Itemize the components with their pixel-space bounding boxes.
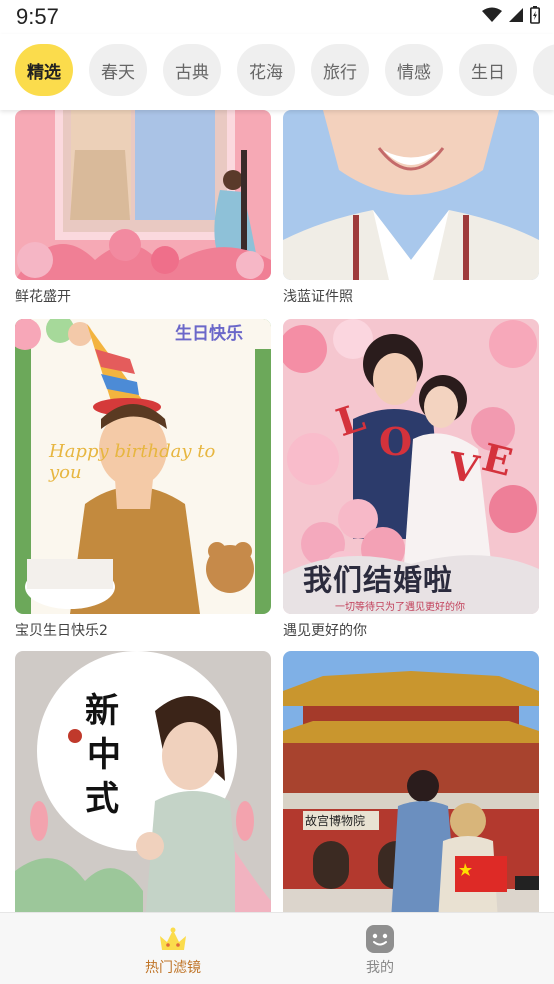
card-caption: 浅蓝证件照 <box>283 289 353 305</box>
wedding-subtitle-text: 一切等待只为了遇见更好的你 <box>335 602 465 613</box>
bottom-navigation: 热门滤镜 我的 <box>0 912 554 984</box>
filter-card[interactable]: 浅蓝证件照 <box>283 110 539 310</box>
crown-icon <box>158 925 188 953</box>
tab-emotion[interactable]: 情感 <box>385 44 443 96</box>
nav-mine[interactable]: 我的 <box>320 913 440 984</box>
wifi-icon <box>482 7 502 22</box>
wedding-title-text: 我们结婚啦 <box>303 563 454 597</box>
tab-birthday[interactable]: 生日 <box>459 44 517 96</box>
filter-card[interactable]: 故宫博物院 <box>283 651 539 912</box>
nav-hot-filters[interactable]: 热门滤镜 <box>113 913 233 984</box>
birthday-banner-text: 生日快乐 <box>175 324 243 344</box>
tab-more[interactable] <box>533 44 554 96</box>
card-caption: 鲜花盛开 <box>15 289 71 305</box>
battery-icon <box>530 6 540 24</box>
status-bar: 9:57 <box>0 0 554 34</box>
tab-featured[interactable]: 精选 <box>15 44 73 96</box>
filter-card[interactable]: 鲜花盛开 <box>15 110 271 310</box>
palace-sign-text: 故宫博物院 <box>303 811 379 830</box>
card-caption: 遇见更好的你 <box>283 623 367 639</box>
filter-card[interactable]: 生日快乐 Happy birthday to you 宝贝生日快乐2 <box>15 319 271 644</box>
signal-icon <box>509 8 523 22</box>
category-tabs: 精选 春天 古典 花海 旅行 情感 生日 <box>0 34 554 110</box>
xinzhongshi-char-3: 式 <box>85 779 119 819</box>
xinzhongshi-char-1: 新 <box>85 691 119 731</box>
xinzhongshi-char-2: 中 <box>87 735 121 775</box>
nav-mine-label: 我的 <box>366 960 394 976</box>
nav-hot-filters-label: 热门滤镜 <box>145 960 201 976</box>
thumbnail-birthday: 生日快乐 Happy birthday to you <box>15 319 271 614</box>
filter-card[interactable]: 新 中 式 <box>15 651 271 912</box>
tab-spring[interactable]: 春天 <box>89 44 147 96</box>
filter-card[interactable]: L O V E 我们结婚啦 一切等待只为了遇见更好的你 遇见更好的你 <box>283 319 539 644</box>
thumbnail-id-photo <box>283 110 539 280</box>
thumbnail-wedding: L O V E 我们结婚啦 一切等待只为了遇见更好的你 <box>283 319 539 614</box>
tab-classical[interactable]: 古典 <box>163 44 221 96</box>
filter-grid: 鲜花盛开 浅蓝证件照 生日快乐 Happy birthday to you 宝贝… <box>0 110 554 912</box>
happy-birthday-text: Happy birthday to you <box>49 441 216 483</box>
thumbnail-flowers <box>15 110 271 280</box>
card-caption: 宝贝生日快乐2 <box>15 623 108 639</box>
love-letter-o: O <box>379 419 413 464</box>
tab-flower-sea[interactable]: 花海 <box>237 44 295 96</box>
smiley-icon <box>365 925 395 953</box>
thumbnail-forbidden-city: 故宫博物院 <box>283 651 539 912</box>
tab-travel[interactable]: 旅行 <box>311 44 369 96</box>
thumbnail-new-chinese-style: 新 中 式 <box>15 651 271 912</box>
status-icons <box>482 6 540 24</box>
status-time: 9:57 <box>16 4 59 29</box>
